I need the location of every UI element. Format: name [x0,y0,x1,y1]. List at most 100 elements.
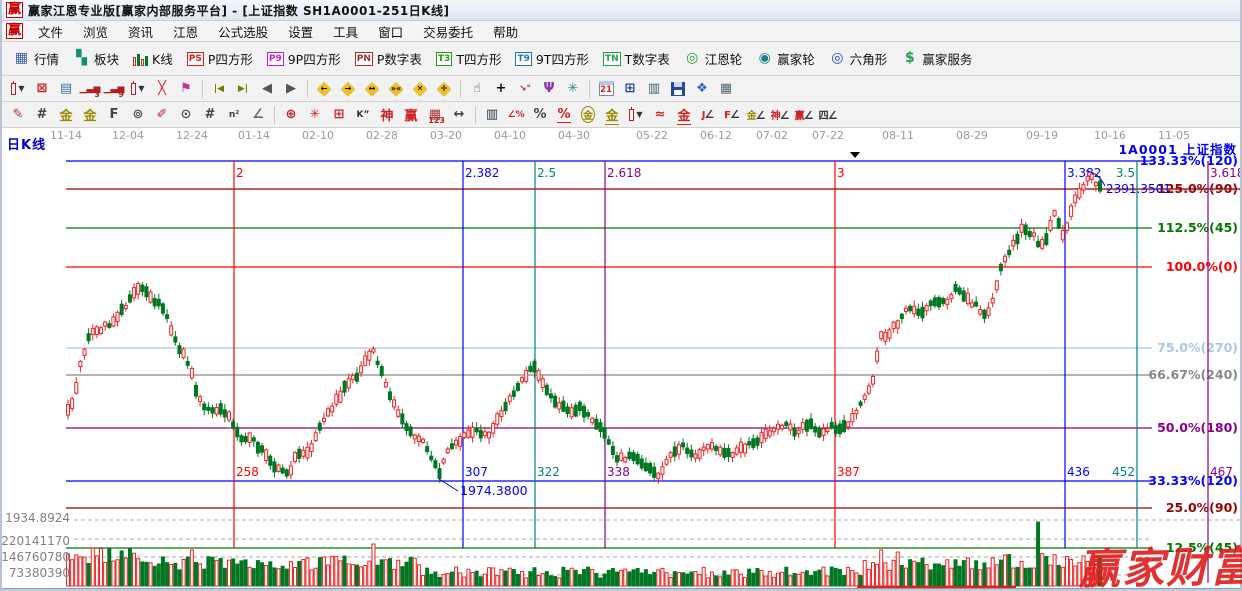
p-square-button[interactable]: PSP四方形 [180,47,260,70]
candle-body [896,321,899,328]
t-square-button[interactable]: T3T四方形 [429,47,509,70]
candle-body [723,448,726,457]
calculator-icon[interactable]: ⊞ [619,78,641,99]
menu-item-7[interactable]: 窗口 [368,20,413,43]
skip-last-icon[interactable]: ▶| [232,78,254,99]
gann-x-pattern-icon[interactable]: ╳ [151,78,173,99]
spiral-icon[interactable]: ⊚ [127,104,149,125]
menu-item-2[interactable]: 资讯 [118,20,163,43]
shen-angle-icon[interactable]: 神∠ [769,104,791,125]
gold-line-icon[interactable]: 金 [673,104,695,125]
percent-icon[interactable]: % [529,104,551,125]
volume-bar [75,555,78,586]
diamond-expand-h-icon[interactable]: ◆↔ [361,78,383,99]
crosshair-tool-icon[interactable]: + [490,78,512,99]
f-grid-icon[interactable]: F [103,104,125,125]
chart-area[interactable]: 11-1412-0412-2401-1402-1002-2803-2004-10… [2,129,1240,588]
network-icon[interactable]: ❖ [691,78,713,99]
candle-pen-icon[interactable]: ▼ [625,104,647,125]
candle-body [595,419,598,429]
winner-service-button[interactable]: $赢家服务 [894,47,979,70]
menu-item-4[interactable]: 公式选股 [208,20,278,43]
n-squared-icon[interactable]: n² [223,104,245,125]
next-bar-icon[interactable]: ▶ [280,78,302,99]
ying-grid-icon[interactable]: 赢 [400,104,422,125]
gann-grid-icon[interactable]: # [31,104,53,125]
menu-item-6[interactable]: 工具 [323,20,368,43]
compass-icon[interactable]: ✐ [151,104,173,125]
diamond-zoom-in-icon[interactable]: ◆✛ [433,78,455,99]
titlebar[interactable]: 赢 赢家江恩专业版[赢家内部服务平台] - [上证指数 SH1A0001-251… [2,0,1240,21]
candle-body [958,288,961,294]
save-icon[interactable] [667,78,689,99]
winner-wheel-button[interactable]: ◉赢家轮 [749,47,822,70]
bars-9-icon[interactable]: ▁▃▅9 [103,78,125,99]
f-angle-icon[interactable]: F∠ [721,104,743,125]
t-number-table-button[interactable]: TNT数字表 [596,47,677,70]
gold-angle-icon[interactable]: 金∠ [745,104,767,125]
k-note-icon[interactable]: K” [352,104,374,125]
skip-first-icon[interactable]: |◀ [208,78,230,99]
candle-body [166,315,169,319]
grid-123-icon[interactable]: ▦123 [424,104,446,125]
print-icon[interactable]: ▦ [715,78,737,99]
kline-button[interactable]: K线 [126,47,180,70]
hash-icon[interactable]: # [199,104,221,125]
candle-body [735,448,738,454]
percent-line-icon[interactable]: % [553,104,575,125]
gold-circle-icon[interactable]: 金 [577,104,599,125]
kline-chart-canvas[interactable]: 11-1412-0412-2401-1402-1002-2803-2004-10… [2,129,1240,588]
menu-item-1[interactable]: 浏览 [73,20,118,43]
wave-band-icon[interactable]: ≈ [649,104,671,125]
angle-icon[interactable]: ∠ [247,104,269,125]
flag-icon[interactable]: ⚑ [175,78,197,99]
spiderweb-icon[interactable]: ✳ [304,104,326,125]
menu-item-0[interactable]: 文件 [28,20,73,43]
diamond-scroll-right-icon[interactable]: ◆→ [337,78,359,99]
sectors-button[interactable]: ▚板块 [66,47,126,70]
calendar-icon[interactable]: 21 [595,78,617,99]
ying-angle-icon[interactable]: 赢∠ [793,104,815,125]
volume-price-table-icon[interactable]: ▥ [481,104,503,125]
prev-bar-icon[interactable]: ◀ [256,78,278,99]
menu-item-5[interactable]: 设置 [278,20,323,43]
volume-bar [599,578,602,586]
measure-line-icon[interactable]: ↘° [514,78,536,99]
hand-tool-icon[interactable]: ☝ [466,78,488,99]
candle-style-dropdown[interactable]: ▼ [127,78,149,99]
p-number-table-button[interactable]: PNP数字表 [348,47,429,70]
diamond-zoom-out-icon[interactable]: ◆✕ [409,78,431,99]
web-grid-icon[interactable]: ⊞ [328,104,350,125]
candle-body [801,423,804,430]
gold-channel-icon[interactable]: 金 [601,104,623,125]
gann-window-icon[interactable]: ⊠ [31,78,53,99]
cycle-circle-icon[interactable]: ⊙ [175,104,197,125]
9t-square-button[interactable]: T99T四方形 [508,47,596,70]
j-angle-icon[interactable]: J∠ [697,104,719,125]
menu-item-9[interactable]: 帮助 [483,20,528,43]
quotes-button[interactable]: ▦行情 [6,47,66,70]
shen-grid-icon[interactable]: 神 [376,104,398,125]
volume-bar [620,570,623,586]
menu-item-3[interactable]: 江恩 [163,20,208,43]
diamond-scroll-left-icon[interactable]: ◆← [313,78,335,99]
gold-grid-icon[interactable]: 金 [55,104,77,125]
bars-3-icon[interactable]: ▁▃▅3 [79,78,101,99]
angle-percent-icon[interactable]: ∠% [505,104,527,125]
gold-grid2-icon[interactable]: 金 [79,104,101,125]
brush-icon[interactable]: ✎ [7,104,29,125]
kline-period-dropdown[interactable]: ▼ [7,78,29,99]
width-arrows-icon[interactable]: ↔ [448,104,470,125]
gann-wheel-button[interactable]: ◎江恩轮 [677,47,750,70]
notes-icon[interactable]: ▥ [643,78,665,99]
anchor-tool-icon[interactable]: Ψ [538,78,560,99]
circle-cross-icon[interactable]: ⊕ [280,104,302,125]
date-tick-label: 09-19 [1026,129,1058,142]
hexagon-button[interactable]: ◎六角形 [822,47,895,70]
diamond-compress-h-icon[interactable]: ◆»« [385,78,407,99]
9p-square-button[interactable]: P99P四方形 [260,47,348,70]
pattern-web-icon[interactable]: ✳ [562,78,584,99]
menu-item-8[interactable]: 交易委托 [413,20,483,43]
si-angle-icon[interactable]: 四∠ [817,104,839,125]
info-panel-icon[interactable]: ▤ [55,78,77,99]
